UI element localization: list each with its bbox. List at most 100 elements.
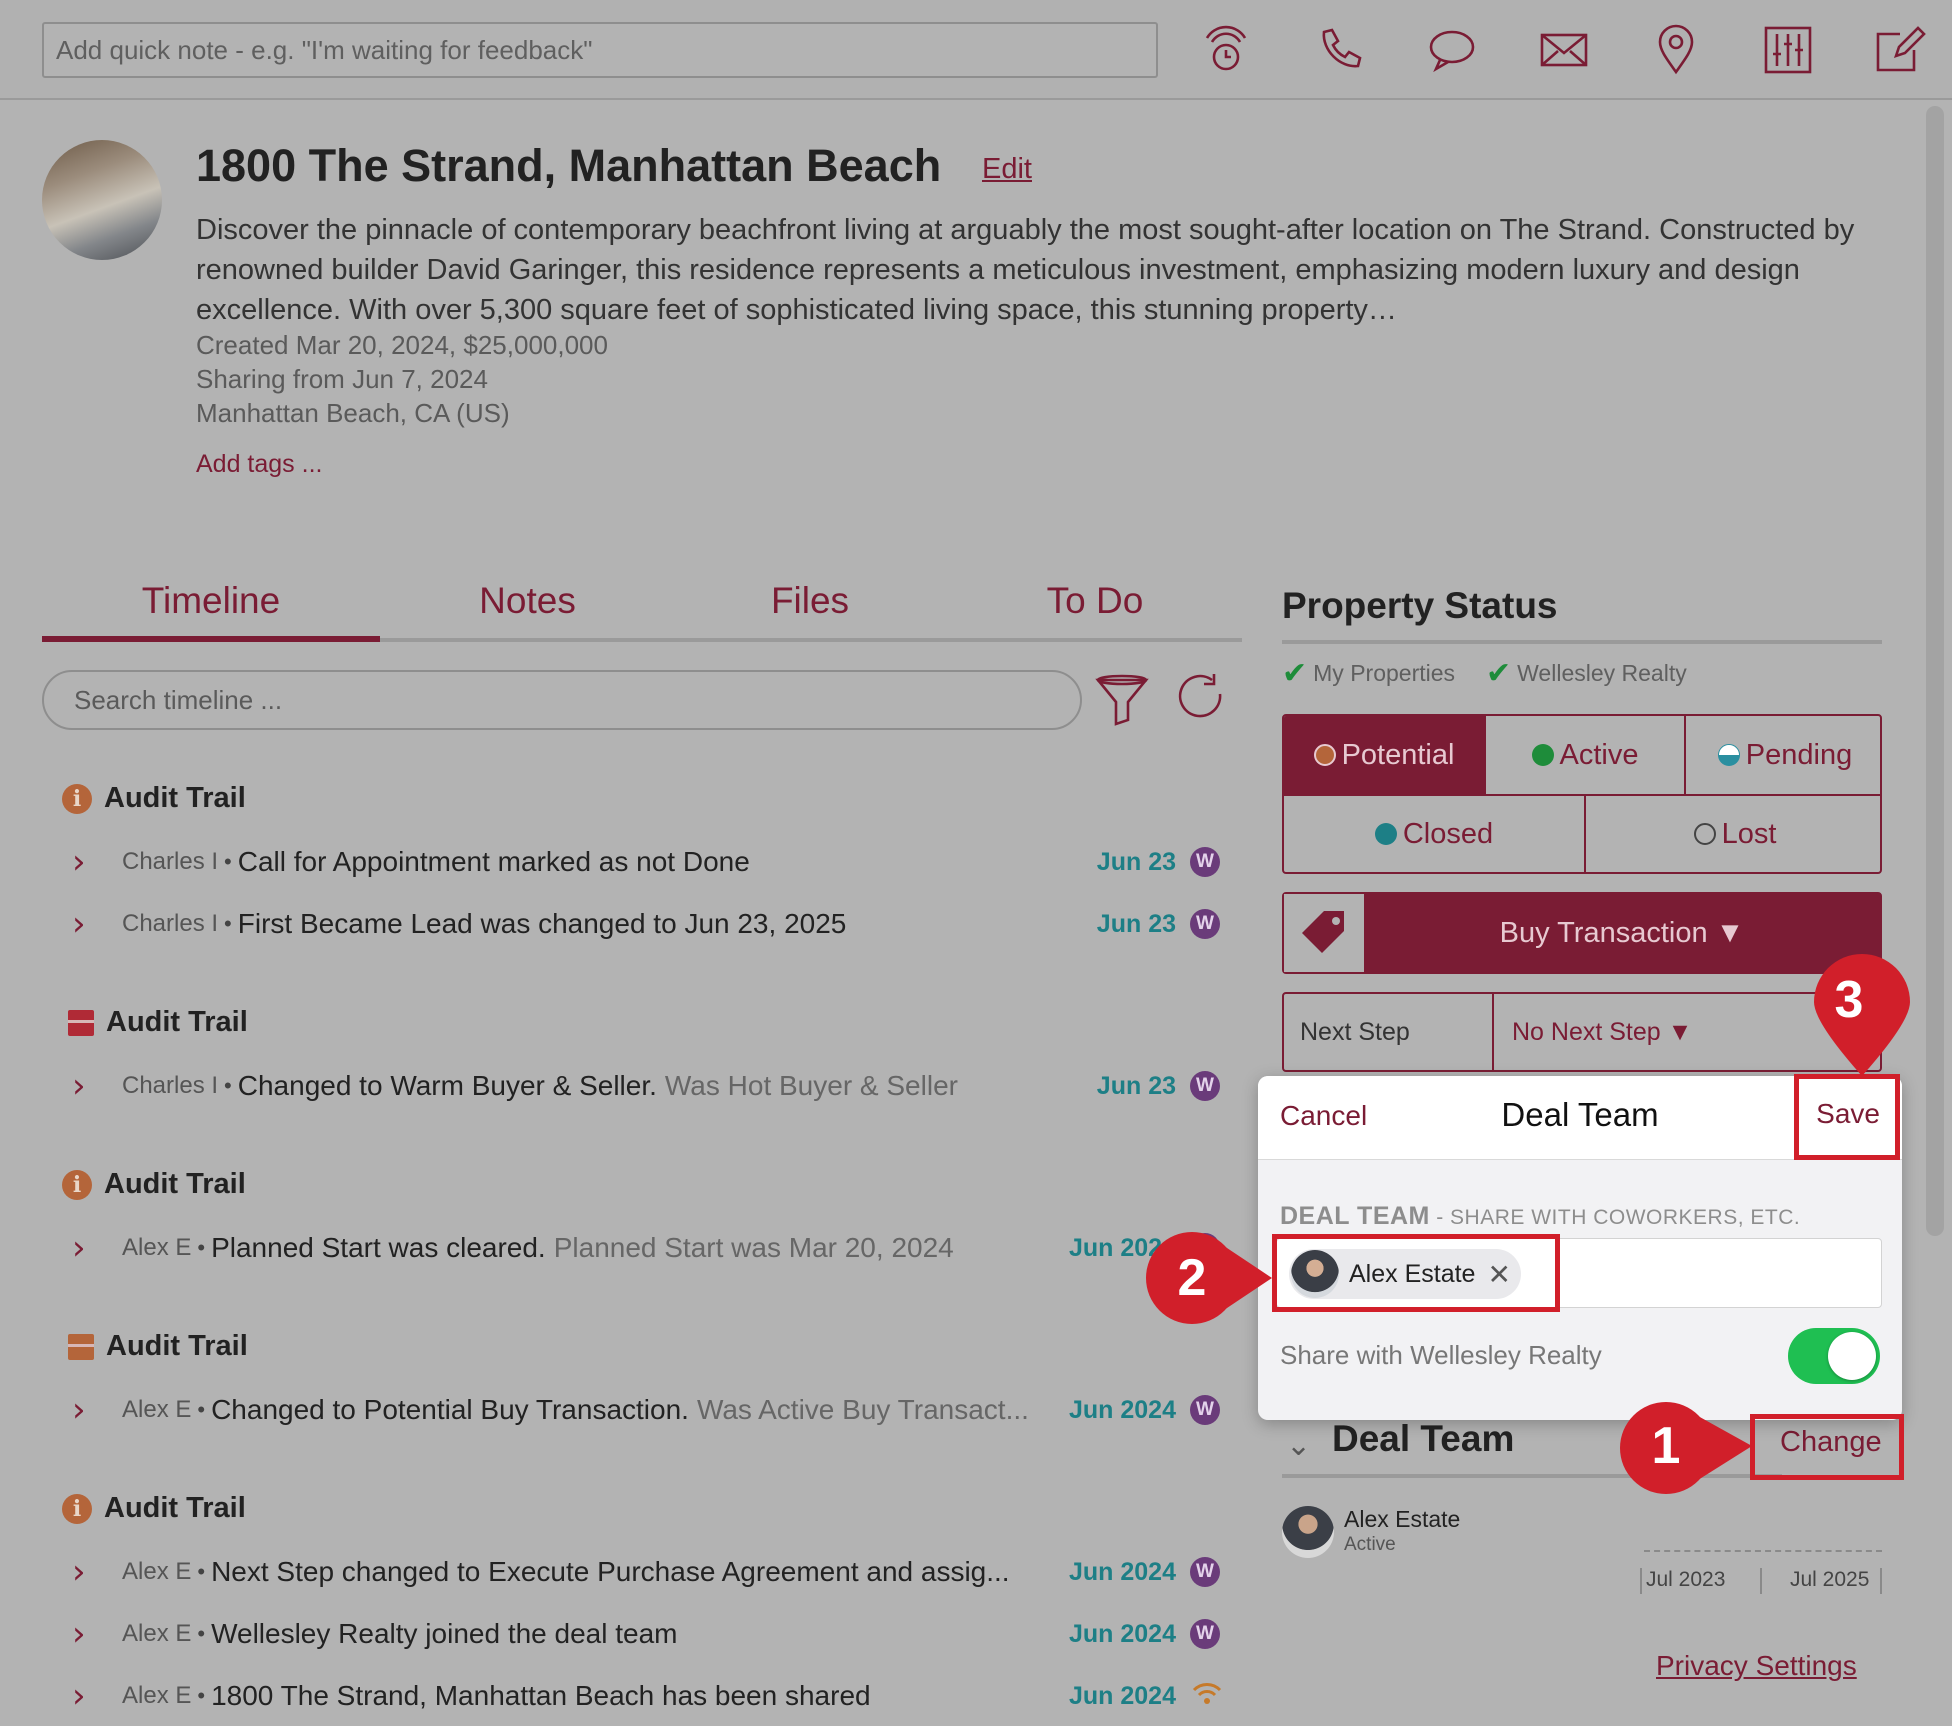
section-heading: Audit Trail [68,1006,248,1039]
avatar [1282,1506,1334,1558]
tab-todo[interactable]: To Do [970,580,1220,622]
chevron-right-icon[interactable]: › [72,907,98,941]
callout-1: 1 [1651,1417,1681,1475]
pending-dot-icon [1717,744,1740,766]
timeline-entry[interactable]: › Charles I • First Became Lead was chang… [72,904,1232,944]
entry-date: Jun 23 [1096,847,1176,876]
next-step-row[interactable]: Next Step No Next Step ▼ [1282,992,1882,1072]
location-info: Manhattan Beach, CA (US) [196,398,510,428]
checkmark-icon: ✔ [1282,657,1308,690]
entry-date: Jun 2024 [1068,1557,1176,1586]
source-badge: W [1190,1071,1220,1101]
info-icon: i [62,1169,92,1200]
filter-icon[interactable] [1094,670,1154,730]
tick-mark [1880,1568,1882,1594]
next-step-label: Next Step [1300,1017,1410,1046]
scrollbar[interactable] [1926,106,1944,1236]
next-step-dropdown[interactable]: No Next Step ▼ [1512,994,1692,1070]
status-closed[interactable]: Closed [1284,794,1584,872]
section-heading: Audit Trail [68,1330,248,1363]
add-tags-link[interactable]: Add tags ... [196,450,322,479]
source-badge: W [1190,1619,1220,1649]
chevron-right-icon[interactable]: › [72,1617,98,1651]
chevron-right-icon[interactable]: › [72,845,98,879]
quick-note-input[interactable] [42,22,1158,78]
share-toggle[interactable] [1788,1328,1880,1384]
section-label: Deal Team - share with coworkers, etc. [1280,1202,1801,1230]
section-heading: i Audit Trail [62,1168,246,1201]
alarm-broadcast-icon[interactable] [1196,22,1256,78]
calendar-icon [68,1009,94,1036]
entry-date: Jun 2024 [1068,1395,1176,1424]
status-selector: Potential Active Pending Closed Lost [1282,714,1882,874]
search-timeline-input[interactable] [42,670,1082,730]
property-status-title: Property Status [1282,585,1558,626]
member-name: Alex Estate [1344,1506,1461,1532]
property-description: Discover the pinnacle of contemporary be… [196,214,1855,326]
tab-notes[interactable]: Notes [400,580,655,622]
source-badge: W [1190,1395,1220,1425]
status-lost[interactable]: Lost [1584,794,1880,872]
chevron-right-icon[interactable]: › [72,1393,98,1427]
location-pin-icon[interactable] [1646,22,1706,78]
section-heading: i Audit Trail [62,782,246,815]
tag-icon [1284,894,1364,972]
potential-dot-icon [1313,744,1336,766]
status-potential[interactable]: Potential [1284,716,1484,794]
mail-icon[interactable] [1534,22,1594,78]
sliders-icon[interactable] [1758,22,1818,78]
closed-dot-icon [1374,823,1397,845]
property-photo [42,140,162,260]
tab-timeline[interactable]: Timeline [42,580,380,622]
chevron-right-icon[interactable]: › [72,1069,98,1103]
tick-label: Jul 2025 [1790,1568,1870,1591]
phone-icon[interactable] [1310,22,1370,78]
chevron-right-icon[interactable]: › [72,1555,98,1589]
calendar-icon [68,1333,94,1360]
chevron-right-icon[interactable]: › [72,1679,98,1713]
edit-link[interactable]: Edit [982,153,1032,186]
timeline-entry[interactable]: › Alex E • Changed to Potential Buy Trans… [72,1390,1232,1430]
refresh-icon[interactable] [1174,670,1234,730]
timeline-entry[interactable]: › Alex E • Wellesley Realty joined the de… [72,1614,1232,1654]
lost-dot-icon [1693,823,1716,845]
wellesley-realty-check[interactable]: ✔ Wellesley Realty [1486,656,1687,691]
entry-date: Jun 23 [1096,1071,1176,1100]
member-timeline [1644,1550,1882,1552]
chevron-down-icon[interactable]: ⌄ [1286,1428,1311,1463]
highlight-save [1794,1074,1900,1160]
status-pending[interactable]: Pending [1684,716,1880,794]
privacy-settings-link[interactable]: Privacy Settings [1656,1650,1857,1682]
sharing-info: Sharing from Jun 7, 2024 [196,364,488,394]
divider [1492,994,1494,1070]
tick-mark [1640,1568,1642,1594]
compose-icon[interactable] [1870,22,1930,78]
my-properties-check[interactable]: ✔ My Properties [1282,656,1455,691]
timeline-entry[interactable]: › Alex E • 1800 The Strand, Manhattan Bea… [72,1676,1232,1716]
top-bar [0,0,1952,100]
highlight-change [1750,1414,1904,1480]
timeline-entry[interactable]: › Alex E • Next Step changed to Execute P… [72,1552,1232,1592]
chevron-right-icon[interactable]: › [72,1231,98,1265]
timeline-entry[interactable]: › Alex E • Planned Start was cleared. Pla… [72,1228,1232,1268]
source-badge: W [1190,847,1220,877]
transaction-label: Buy Transaction ▼ [1499,916,1745,949]
chat-icon[interactable] [1422,22,1482,78]
tick-mark [1760,1568,1762,1594]
timeline-entry[interactable]: › Charles I • Changed to Warm Buyer & Sel… [72,1066,1232,1106]
callout-3: 3 [1834,971,1864,1029]
info-icon: i [62,1493,92,1524]
highlight-chip [1272,1234,1560,1312]
info-icon: i [62,783,92,814]
entry-date: Jun 2024 [1068,1619,1176,1648]
transaction-type-dropdown[interactable]: Buy Transaction ▼ [1282,892,1882,974]
shared-wifi-icon [1192,1680,1222,1713]
source-badge: W [1190,1557,1220,1587]
tab-files[interactable]: Files [690,580,930,622]
deal-team-title: Deal Team [1332,1418,1515,1459]
status-active[interactable]: Active [1484,716,1684,794]
divider [1282,640,1882,644]
source-badge: W [1190,909,1220,939]
timeline-entry[interactable]: › Charles I • Call for Appointment marked… [72,842,1232,882]
tick-label: Jul 2023 [1646,1568,1726,1591]
